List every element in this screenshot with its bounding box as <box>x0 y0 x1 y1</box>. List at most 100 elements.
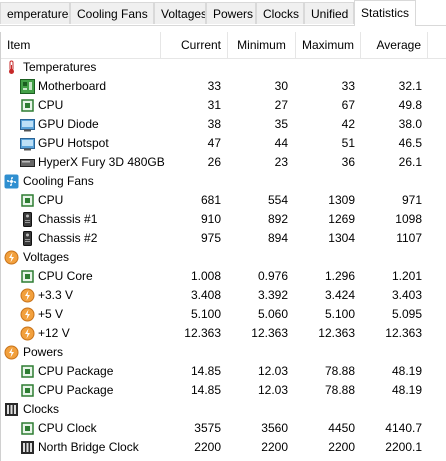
current-value: 681 <box>200 193 221 207</box>
tab-strip: emperatures Cooling Fans Voltages Powers… <box>0 0 446 26</box>
maximum-value: 12.363 <box>318 326 355 340</box>
minimum-value: 3.392 <box>257 288 288 302</box>
chassis-icon <box>20 212 35 227</box>
motherboard-icon <box>20 79 35 94</box>
current-value: 14.85 <box>190 364 221 378</box>
voltage-icon <box>4 250 19 265</box>
minimum-value: 894 <box>267 231 288 245</box>
maximum-value: 1.296 <box>324 269 355 283</box>
tab-voltages[interactable]: Voltages <box>154 2 206 24</box>
sensor-label: +12 V <box>38 326 70 340</box>
current-value: 3.408 <box>190 288 221 302</box>
maximum-value: 1309 <box>328 193 355 207</box>
table-row[interactable]: CPU 681 554 1309 971 <box>1 191 446 210</box>
cpu-icon <box>20 98 35 113</box>
maximum-value: 3.424 <box>324 288 355 302</box>
table-header: Item Current Minimum Maximum Average <box>1 32 446 59</box>
minimum-value: 554 <box>267 193 288 207</box>
table-row[interactable]: Chassis #1 910 892 1269 1098 <box>1 210 446 229</box>
drive-icon <box>20 155 35 170</box>
minimum-value: 5.060 <box>257 307 288 321</box>
current-value: 26 <box>207 155 221 169</box>
maximum-value: 67 <box>341 98 355 112</box>
table-row[interactable]: CPU Core 1.008 0.976 1.296 1.201 <box>1 267 446 286</box>
voltage-icon <box>20 288 35 303</box>
tab-statistics[interactable]: Statistics <box>354 0 416 26</box>
maximum-value: 36 <box>341 155 355 169</box>
table-row[interactable]: GPU Hotspot 47 44 51 46.5 <box>1 134 446 153</box>
table-row[interactable]: CPU 31 27 67 49.8 <box>1 96 446 115</box>
group-row-voltages[interactable]: Voltages <box>1 248 446 267</box>
minimum-value: 44 <box>274 136 288 150</box>
maximum-value: 33 <box>341 79 355 93</box>
column-header-maximum[interactable]: Maximum <box>296 32 361 58</box>
average-value: 3.403 <box>391 288 422 302</box>
average-value: 32.1 <box>398 79 422 93</box>
sensor-label: GPU Hotspot <box>38 136 109 150</box>
sensor-label: CPU Clock <box>38 421 97 435</box>
current-value: 38 <box>207 117 221 131</box>
fan-icon <box>4 174 19 189</box>
sensor-label: CPU <box>38 193 64 207</box>
cpu-icon <box>20 269 35 284</box>
current-value: 975 <box>200 231 221 245</box>
sensor-label: GPU Diode <box>38 117 99 131</box>
table-row[interactable]: HyperX Fury 3D 480GB 26 23 36 26.1 <box>1 153 446 172</box>
sensor-label: Chassis #1 <box>38 212 98 226</box>
current-value: 47 <box>207 136 221 150</box>
minimum-value: 23 <box>274 155 288 169</box>
column-header-current[interactable]: Current <box>161 32 228 58</box>
statistics-table: Item Current Minimum Maximum Average Tem… <box>0 32 446 461</box>
cpu-icon <box>20 421 35 436</box>
maximum-value: 1304 <box>328 231 355 245</box>
average-value: 26.1 <box>398 155 422 169</box>
tab-clocks[interactable]: Clocks <box>256 2 304 24</box>
table-row[interactable]: North Bridge Clock 2200 2200 2200 2200.1 <box>1 438 446 457</box>
table-row[interactable]: CPU Package 14.85 12.03 78.88 48.19 <box>1 362 446 381</box>
voltage-icon <box>20 326 35 341</box>
group-row-clocks[interactable]: Clocks <box>1 400 446 419</box>
table-body: Temperatures Motherboard 33 30 33 32.1 CPU 31 27… <box>1 58 446 457</box>
minimum-value: 12.03 <box>257 364 288 378</box>
tab-unified[interactable]: Unified <box>304 2 354 24</box>
column-header-minimum[interactable]: Minimum <box>228 32 296 58</box>
current-value: 910 <box>200 212 221 226</box>
current-value: 14.85 <box>190 383 221 397</box>
table-row[interactable]: +12 V 12.363 12.363 12.363 12.363 <box>1 324 446 343</box>
table-row[interactable]: +3.3 V 3.408 3.392 3.424 3.403 <box>1 286 446 305</box>
average-value: 46.5 <box>398 136 422 150</box>
table-row[interactable]: Chassis #2 975 894 1304 1107 <box>1 229 446 248</box>
group-row-powers[interactable]: Powers <box>1 343 446 362</box>
table-row[interactable]: GPU Diode 38 35 42 38.0 <box>1 115 446 134</box>
chassis-icon <box>20 231 35 246</box>
table-row[interactable]: Motherboard 33 30 33 32.1 <box>1 77 446 96</box>
cpu-icon <box>20 383 35 398</box>
maximum-value: 2200 <box>328 440 355 454</box>
column-header-item[interactable]: Item <box>1 32 161 58</box>
table-row[interactable]: CPU Clock 3575 3560 4450 4140.7 <box>1 419 446 438</box>
average-value: 1.201 <box>391 269 422 283</box>
current-value: 3575 <box>194 421 221 435</box>
average-value: 1098 <box>395 212 422 226</box>
tab-temperatures[interactable]: emperatures <box>0 2 70 24</box>
group-row-cooling-fans[interactable]: Cooling Fans <box>1 172 446 191</box>
average-value: 48.19 <box>391 364 422 378</box>
tab-cooling-fans[interactable]: Cooling Fans <box>70 2 154 24</box>
table-row[interactable]: +5 V 5.100 5.060 5.100 5.095 <box>1 305 446 324</box>
voltage-icon <box>20 307 35 322</box>
sensor-label: Chassis #2 <box>38 231 98 245</box>
tab-powers[interactable]: Powers <box>206 2 256 24</box>
average-value: 12.363 <box>385 326 422 340</box>
minimum-value: 12.363 <box>251 326 288 340</box>
group-row-temperatures[interactable]: Temperatures <box>1 58 446 77</box>
column-header-average[interactable]: Average <box>361 32 428 58</box>
thermometer-icon <box>4 60 19 75</box>
group-label: Temperatures <box>23 60 97 74</box>
group-label: Voltages <box>23 250 70 264</box>
average-value: 5.095 <box>391 307 422 321</box>
table-row[interactable]: CPU Package 14.85 12.03 78.88 48.19 <box>1 381 446 400</box>
minimum-value: 0.976 <box>257 269 288 283</box>
average-value: 1107 <box>396 231 422 245</box>
sensor-label: Motherboard <box>38 79 107 93</box>
maximum-value: 4450 <box>328 421 355 435</box>
